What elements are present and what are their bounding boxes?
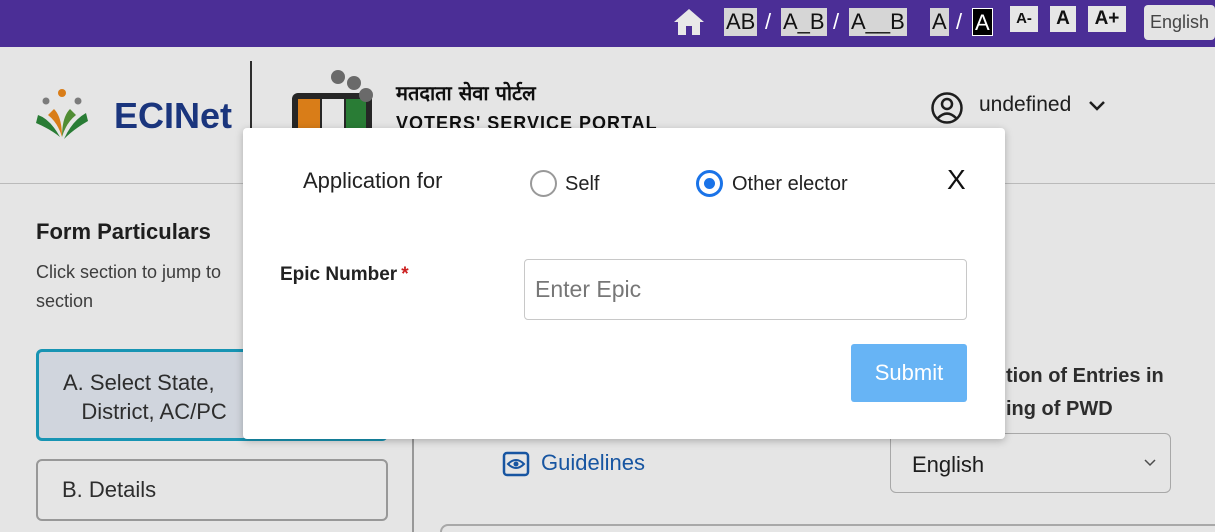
epic-number-input[interactable] xyxy=(524,259,967,320)
submit-button[interactable]: Submit xyxy=(851,344,967,402)
self-radio[interactable] xyxy=(530,170,557,197)
home-icon[interactable] xyxy=(672,6,706,38)
epic-number-label-text: Epic Number xyxy=(280,264,398,285)
separator: / xyxy=(956,9,963,34)
other-elector-radio[interactable] xyxy=(696,170,723,197)
application-for-label: Application for xyxy=(303,168,443,193)
application-dialog: Application for Self Other elector X Epi… xyxy=(243,128,1005,439)
epic-number-label: Epic Number * xyxy=(280,264,409,286)
required-asterisk: * xyxy=(401,264,409,285)
contrast-high-button[interactable]: A xyxy=(972,8,993,36)
text-increase-button[interactable]: A+ xyxy=(1088,6,1126,32)
close-button[interactable]: X xyxy=(947,164,966,196)
separator: / xyxy=(833,9,840,34)
contrast-normal-button[interactable]: A xyxy=(930,8,949,36)
other-elector-radio-label[interactable]: Other elector xyxy=(732,173,848,196)
font-spacing-normal-button[interactable]: AB xyxy=(724,8,758,36)
text-decrease-button[interactable]: A- xyxy=(1010,6,1038,32)
font-spacing-wide-button[interactable]: A__B xyxy=(849,8,907,36)
accessibility-bar: AB / A_B / A__B A / A A- A A+ English xyxy=(0,0,1215,47)
font-spacing-medium-button[interactable]: A_B xyxy=(781,8,827,36)
language-button[interactable]: English xyxy=(1144,5,1215,40)
separator: / xyxy=(765,9,772,34)
text-normal-button[interactable]: A xyxy=(1050,6,1076,32)
self-radio-label[interactable]: Self xyxy=(565,173,599,196)
